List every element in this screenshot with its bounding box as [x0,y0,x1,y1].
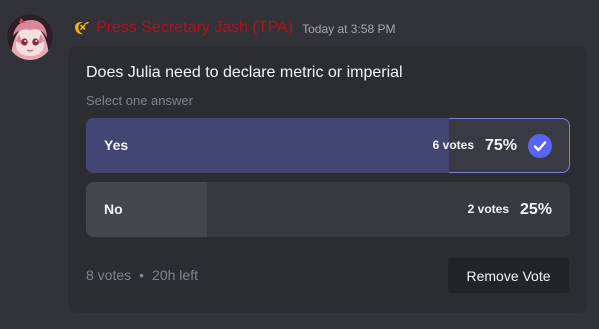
poll-question: Does Julia need to declare metric or imp… [86,64,403,81]
separator-dot: • [139,267,145,283]
poll-answer-yes-bar [86,118,449,173]
poll-total-votes: 8 votes [86,267,132,283]
poll-answer-no[interactable]: No 2 votes 25% [86,182,570,237]
poll-answer-percent: 75% [484,137,517,154]
poll-time-left: 20h left [152,267,198,283]
poll-card: Does Julia need to declare metric or imp… [68,46,587,313]
poll-answer-label: No [104,201,123,217]
poll-answer-label: Yes [104,137,129,153]
poll-answer-yes[interactable]: Yes 6 votes 75% [86,118,570,173]
poll-answer-percent: 25% [519,201,552,218]
check-icon [528,134,552,158]
poll-hint: Select one answer [86,93,193,108]
remove-vote-button[interactable]: Remove Vote [448,258,569,293]
username[interactable]: Press Secretary Jash (TPA) [96,19,293,37]
poll-answer-votes: 6 votes [432,138,474,152]
poll-footer-info: 8 votes • 20h left [86,267,198,283]
message-timestamp: Today at 3:58 PM [302,22,396,36]
user-avatar[interactable] [7,14,53,60]
message-header: Press Secretary Jash (TPA) Today at 3:58… [72,17,395,39]
chat-message: Press Secretary Jash (TPA) Today at 3:58… [0,0,599,329]
crescent-moon-icon [72,19,90,37]
poll-answer-votes: 2 votes [467,202,509,216]
